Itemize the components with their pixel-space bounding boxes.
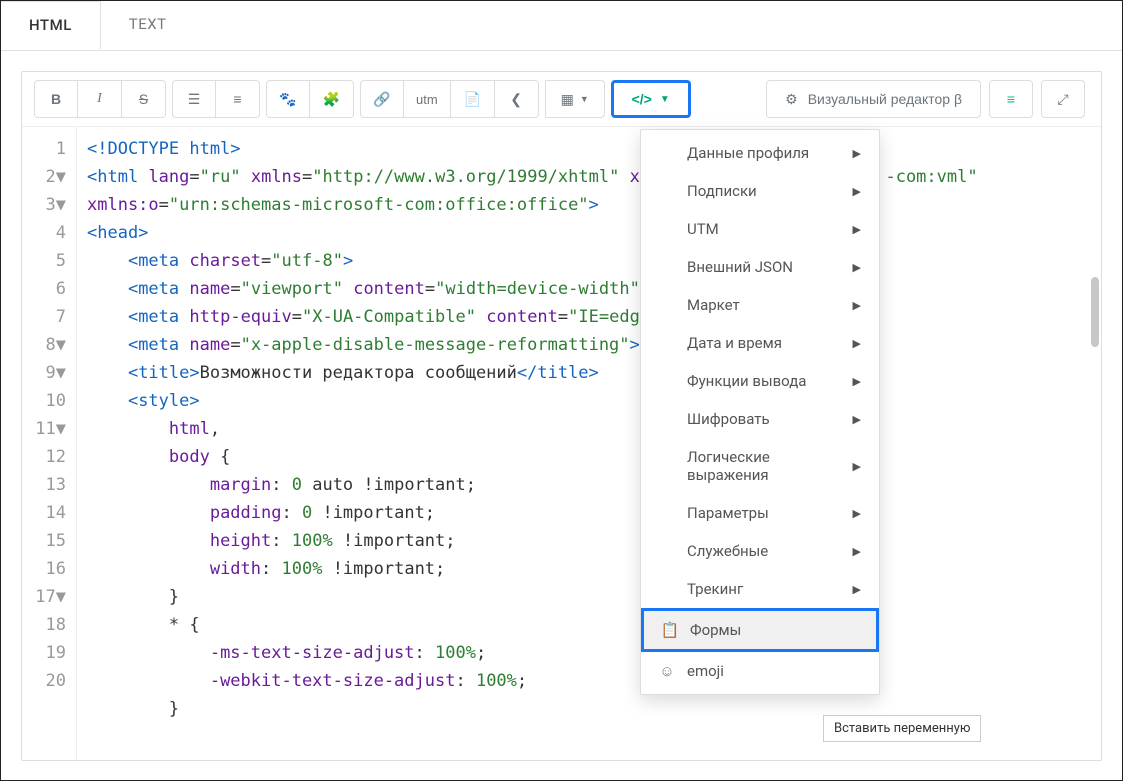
dropdown-item-12[interactable]: 📋 Формы [641, 608, 879, 652]
code-icon: </> [632, 91, 652, 107]
line-gutter: 12▼3▼45678▼9▼1011▼121314151617▼181920 [22, 127, 77, 760]
table-icon: ▦ [561, 91, 574, 108]
code-editor[interactable]: <!DOCTYPE html><html lang="ru" xmlns="ht… [77, 127, 1101, 760]
bold-button[interactable]: B [34, 80, 78, 118]
puzzle-button[interactable]: 🧩 [310, 80, 354, 118]
ol-button[interactable]: ≡ [216, 80, 260, 118]
dropdown-item-2[interactable]: UTM▶ [641, 210, 879, 248]
dropdown-item-label: Данные профиля [687, 144, 853, 162]
dropdown-item-7[interactable]: Шифровать▶ [641, 400, 879, 438]
editor-wrap: B I S ☰ ≡ 🐾 🧩 🔗 utm 📄 ❮ [1, 51, 1122, 781]
dropdown-item-10[interactable]: Служебные▶ [641, 532, 879, 570]
link-icon: 🔗 [373, 91, 390, 108]
dropdown-item-label: Параметры [687, 504, 853, 522]
dropdown-item-4[interactable]: Маркет▶ [641, 286, 879, 324]
bullet-list-icon: ☰ [188, 91, 201, 108]
dropdown-item-5[interactable]: Дата и время▶ [641, 324, 879, 362]
dropdown-item-label: Логические выражения [687, 448, 853, 484]
table-button[interactable]: ▦▼ [545, 80, 605, 118]
dropdown-item-label: Дата и время [687, 334, 853, 352]
puzzle-icon: 🧩 [323, 91, 340, 108]
chevron-right-icon: ▶ [853, 223, 861, 236]
mode-tabs: HTML TEXT [1, 1, 1122, 51]
dropdown-item-1[interactable]: Подписки▶ [641, 172, 879, 210]
gears-icon: ⚙ [785, 91, 798, 108]
utm-button[interactable]: utm [404, 80, 451, 118]
chevron-right-icon: ▶ [853, 337, 861, 350]
chevron-down-icon: ▼ [580, 94, 589, 104]
dropdown-item-3[interactable]: Внешний JSON▶ [641, 248, 879, 286]
file-icon: 📄 [463, 91, 480, 108]
chevron-right-icon: ▶ [853, 375, 861, 388]
dropdown-item-9[interactable]: Параметры▶ [641, 494, 879, 532]
link-button[interactable]: 🔗 [360, 80, 404, 118]
chevron-right-icon: ▶ [853, 413, 861, 426]
dropdown-item-label: Маркет [687, 296, 853, 314]
visual-editor-label: Визуальный редактор β [808, 91, 962, 107]
chevron-right-icon: ▶ [853, 299, 861, 312]
numbered-list-icon: ≡ [233, 91, 241, 107]
chevron-right-icon: ▶ [853, 545, 861, 558]
strike-icon: S [139, 91, 148, 107]
dropdown-item-label: emoji [687, 662, 861, 680]
clipboard-icon: 📋 [662, 621, 678, 639]
insert-variable-dropdown: Данные профиля▶Подписки▶UTM▶Внешний JSON… [640, 129, 880, 695]
dropdown-item-label: Трекинг [687, 580, 853, 598]
toolbar: B I S ☰ ≡ 🐾 🧩 🔗 utm 📄 ❮ [22, 72, 1101, 127]
dropdown-item-label: Функции вывода [687, 372, 853, 390]
paw-button[interactable]: 🐾 [266, 80, 310, 118]
smile-icon: ☺ [659, 662, 675, 680]
dropdown-item-6[interactable]: Функции вывода▶ [641, 362, 879, 400]
dropdown-item-label: Служебные [687, 542, 853, 560]
dropdown-item-8[interactable]: Логические выражения▶ [641, 438, 879, 494]
vertical-scrollbar[interactable] [1091, 277, 1099, 347]
code-area: 12▼3▼45678▼9▼1011▼121314151617▼181920 <!… [22, 127, 1101, 760]
dropdown-item-13[interactable]: ☺ emoji [641, 652, 879, 690]
chevron-right-icon: ▶ [853, 185, 861, 198]
dropdown-item-label: Внешний JSON [687, 258, 853, 276]
editor-box: B I S ☰ ≡ 🐾 🧩 🔗 utm 📄 ❮ [21, 71, 1102, 761]
share-icon: ❮ [510, 91, 522, 108]
italic-icon: I [97, 91, 102, 107]
dropdown-item-label: Шифровать [687, 410, 853, 428]
paw-icon: 🐾 [279, 91, 296, 108]
dropdown-item-label: Формы [690, 621, 858, 639]
editor-window: HTML TEXT B I S ☰ ≡ 🐾 🧩 🔗 [0, 0, 1123, 781]
bold-icon: B [51, 91, 61, 107]
chevron-right-icon: ▶ [853, 583, 861, 596]
dropdown-item-11[interactable]: Трекинг▶ [641, 570, 879, 608]
strike-button[interactable]: S [122, 80, 166, 118]
chevron-right-icon: ▶ [853, 147, 861, 160]
format-icon: ≡ [1007, 91, 1015, 107]
dropdown-item-0[interactable]: Данные профиля▶ [641, 134, 879, 172]
ul-button[interactable]: ☰ [172, 80, 216, 118]
tab-html[interactable]: HTML [1, 1, 101, 50]
italic-button[interactable]: I [78, 80, 122, 118]
tab-text[interactable]: TEXT [101, 1, 195, 50]
format-button[interactable]: ≡ [989, 80, 1033, 118]
chevron-right-icon: ▶ [853, 507, 861, 520]
tooltip: Вставить переменную [823, 715, 981, 742]
chevron-down-icon: ▼ [660, 94, 670, 105]
chevron-right-icon: ▶ [853, 460, 861, 473]
file-button[interactable]: 📄 [451, 80, 495, 118]
chevron-right-icon: ▶ [853, 261, 861, 274]
visual-editor-button[interactable]: ⚙ Визуальный редактор β [766, 80, 981, 118]
dropdown-item-label: Подписки [687, 182, 853, 200]
expand-icon: ⤢ [1057, 91, 1068, 108]
fullscreen-button[interactable]: ⤢ [1041, 80, 1085, 118]
insert-variable-button[interactable]: </> ▼ [611, 80, 691, 118]
dropdown-item-label: UTM [687, 220, 853, 238]
share-button[interactable]: ❮ [495, 80, 539, 118]
